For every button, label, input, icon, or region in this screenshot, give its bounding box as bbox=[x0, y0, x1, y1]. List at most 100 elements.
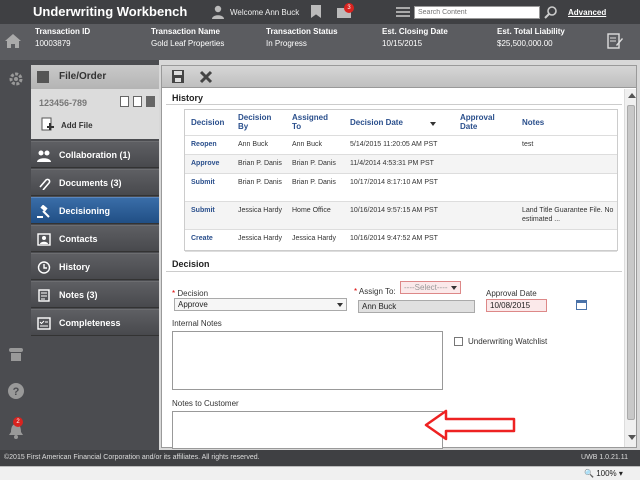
col-decision[interactable]: Decision bbox=[191, 118, 224, 127]
table-row: Approve Brian P. Danis Brian P. Danis 11/4/… bbox=[185, 155, 617, 174]
table-cell: 11/4/2014 4:53:31 PM PST bbox=[350, 160, 434, 167]
user-icon bbox=[212, 5, 224, 19]
bookmark-icon[interactable] bbox=[311, 5, 321, 18]
save-icon[interactable] bbox=[171, 69, 185, 84]
scroll-up-arrow[interactable] bbox=[628, 93, 636, 98]
copyright-text: ©2015 First American Financial Corporati… bbox=[4, 454, 260, 461]
close-icon[interactable] bbox=[199, 69, 213, 84]
table-cell: 10/16/2014 9:47:52 AM PST bbox=[350, 235, 438, 242]
print-icon[interactable] bbox=[146, 96, 155, 107]
add-file-label[interactable]: Add File bbox=[61, 121, 93, 130]
approval-date-input[interactable]: 10/08/2015 bbox=[486, 299, 547, 312]
table-cell[interactable]: Create bbox=[191, 234, 231, 243]
divider bbox=[166, 104, 622, 105]
nav-item-collaboration[interactable]: Collaboration (1) bbox=[31, 141, 159, 168]
pdf-icon[interactable] bbox=[120, 96, 129, 107]
help-icon[interactable]: ? bbox=[7, 382, 25, 400]
advanced-search-link[interactable]: Advanced bbox=[568, 8, 606, 17]
zoom-level[interactable]: 🔍 100% ▾ bbox=[584, 469, 623, 478]
contact-card-icon bbox=[37, 233, 51, 246]
vertical-scrollbar[interactable] bbox=[624, 89, 636, 447]
side-navigation: File/Order 123456-789 Add File Collabora… bbox=[31, 60, 159, 450]
table-cell[interactable]: Approve bbox=[191, 159, 231, 168]
nav-item-decisioning[interactable]: Decisioning bbox=[31, 197, 159, 224]
table-cell[interactable]: Reopen bbox=[191, 140, 231, 149]
table-cell: 10/16/2014 9:57:15 AM PST bbox=[350, 207, 438, 214]
add-file-icon[interactable] bbox=[41, 117, 55, 131]
col-assigned-to[interactable]: Assigned To bbox=[292, 113, 330, 131]
search-icon[interactable] bbox=[544, 5, 558, 19]
phone-icon[interactable] bbox=[7, 345, 25, 363]
left-rail: ? 2 bbox=[0, 60, 31, 450]
table-cell[interactable]: Submit bbox=[191, 178, 231, 187]
notes-to-customer-textarea[interactable] bbox=[172, 411, 443, 449]
edit-note-icon[interactable] bbox=[607, 32, 623, 50]
scroll-thumb[interactable] bbox=[627, 105, 635, 420]
table-cell: Land Title Guarantee File. No estimated … bbox=[522, 207, 614, 223]
divider bbox=[166, 271, 622, 272]
clock-icon bbox=[37, 261, 51, 274]
table-cell: Jessica Hardy bbox=[238, 235, 282, 242]
people-icon bbox=[37, 150, 51, 162]
table-row: Submit Jessica Hardy Home Office 10/16/2014… bbox=[185, 202, 617, 230]
file-panel: 123456-789 Add File bbox=[31, 89, 159, 139]
internal-notes-textarea[interactable] bbox=[172, 331, 443, 390]
table-cell: Brian P. Danis bbox=[238, 160, 282, 167]
transaction-summary: Transaction ID 10003879 Transaction Name G… bbox=[0, 24, 640, 60]
decision-select[interactable]: Approve bbox=[174, 298, 347, 311]
table-cell: 10/17/2014 8:17:10 AM PST bbox=[350, 179, 438, 186]
home-icon[interactable] bbox=[4, 33, 22, 49]
checklist-icon bbox=[37, 317, 51, 330]
notes-to-customer-label: Notes to Customer bbox=[172, 399, 239, 408]
panel-toolbar bbox=[162, 66, 636, 88]
assign-to-value: Ann Buck bbox=[358, 300, 475, 313]
history-section-title: History bbox=[172, 93, 204, 103]
table-cell: Brian P. Danis bbox=[292, 179, 336, 186]
sort-desc-icon[interactable] bbox=[430, 122, 436, 126]
red-arrow-annotation bbox=[424, 409, 516, 441]
mail-count-badge: 3 bbox=[344, 3, 354, 13]
table-row: Submit Brian P. Danis Brian P. Danis 10/17/… bbox=[185, 174, 617, 202]
table-row: Create Jessica Hardy Jessica Hardy 10/16/20… bbox=[185, 230, 617, 252]
notes-icon bbox=[38, 289, 50, 302]
table-cell[interactable]: Submit bbox=[191, 206, 231, 215]
summary-transaction-status: Transaction Status In Progress bbox=[266, 27, 338, 48]
decision-label: * Decision bbox=[172, 289, 209, 298]
table-cell: test bbox=[522, 141, 534, 148]
col-approval-date[interactable]: Approval Date bbox=[460, 113, 498, 131]
summary-total-liability: Est. Total Liability $25,500,000.00 bbox=[497, 27, 565, 48]
search-input[interactable] bbox=[414, 6, 540, 19]
summary-closing-date: Est. Closing Date 10/15/2015 bbox=[382, 27, 448, 48]
pdf-icon-2[interactable] bbox=[133, 96, 142, 107]
col-notes[interactable]: Notes bbox=[522, 118, 544, 127]
assign-to-select[interactable]: ----Select---- bbox=[400, 281, 461, 294]
folder-icon bbox=[37, 71, 49, 83]
col-decision-by[interactable]: Decision By bbox=[238, 113, 276, 131]
scroll-down-arrow[interactable] bbox=[628, 435, 636, 440]
settings-gear-icon[interactable] bbox=[7, 70, 25, 88]
chevron-down-icon bbox=[337, 303, 343, 307]
table-row: Reopen Ann Buck Ann Buck 5/14/2015 11:20:05… bbox=[185, 136, 617, 155]
table-cell: Home Office bbox=[292, 207, 331, 214]
calendar-icon[interactable] bbox=[576, 299, 587, 310]
nav-item-documents[interactable]: Documents (3) bbox=[31, 169, 159, 196]
nav-item-history[interactable]: History bbox=[31, 253, 159, 280]
file-number[interactable]: 123456-789 bbox=[39, 98, 87, 108]
nav-file-order[interactable]: File/Order bbox=[31, 65, 159, 89]
list-menu-icon[interactable] bbox=[396, 7, 410, 17]
table-cell: Ann Buck bbox=[292, 141, 322, 148]
version-text: UWB 1.0.21.11 bbox=[581, 454, 628, 461]
nav-item-completeness[interactable]: Completeness bbox=[31, 309, 159, 336]
nav-item-contacts[interactable]: Contacts bbox=[31, 225, 159, 252]
notification-count-badge: 2 bbox=[13, 417, 23, 427]
approval-date-label: Approval Date bbox=[486, 289, 537, 298]
svg-text:?: ? bbox=[13, 386, 20, 398]
table-cell: Brian P. Danis bbox=[292, 160, 336, 167]
gavel-icon bbox=[37, 205, 50, 218]
history-table: Decision Decision By Assigned To Decisio… bbox=[184, 109, 618, 252]
top-bar: Underwriting Workbench Welcome Ann Buck … bbox=[0, 0, 640, 24]
nav-item-notes[interactable]: Notes (3) bbox=[31, 281, 159, 308]
watchlist-checkbox[interactable] bbox=[454, 337, 463, 346]
col-decision-date[interactable]: Decision Date bbox=[350, 118, 403, 127]
decisioning-panel: History Decision Decision By Assigned To… bbox=[161, 65, 637, 449]
